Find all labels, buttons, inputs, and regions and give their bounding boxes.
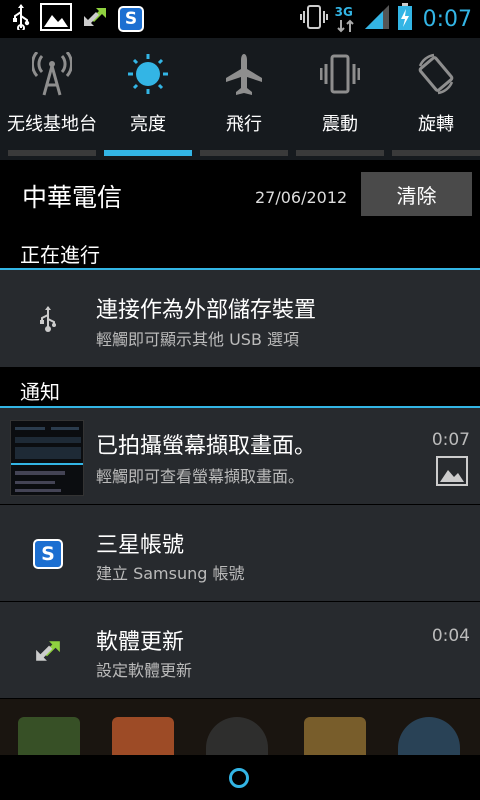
status-bar-clock: 0:07 xyxy=(422,6,472,32)
airplane-icon xyxy=(224,52,264,96)
hotspot-icon xyxy=(30,51,74,96)
toggle-indicator-rotate xyxy=(392,150,480,156)
notification-title: 三星帳號 xyxy=(96,533,185,558)
status-bar-system-icons: 3G 0:07 xyxy=(299,3,472,35)
toggle-vibrate-label: 震動 xyxy=(322,114,358,135)
notification-title: 連接作為外部儲存裝置 xyxy=(96,298,317,323)
vibrate-icon xyxy=(299,4,329,34)
contacts-app-icon xyxy=(112,717,174,755)
notification-title: 已拍攝螢幕擷取畫面。 xyxy=(96,434,317,459)
picture-icon xyxy=(436,456,468,490)
status-bar-notification-icons: S xyxy=(12,3,144,35)
vibrate-icon xyxy=(319,52,361,96)
toggle-brightness[interactable]: 亮度 xyxy=(100,38,196,158)
toggle-brightness-label: 亮度 xyxy=(130,114,166,135)
usb-icon xyxy=(26,297,70,341)
notification-header: 中華電信 27/06/2012 清除 xyxy=(0,160,480,234)
carrier-name: 中華電信 xyxy=(22,183,123,212)
update-arrows-icon xyxy=(82,4,108,34)
toggle-rotate-label: 旋轉 xyxy=(418,114,454,135)
clear-button[interactable]: 清除 xyxy=(361,172,472,216)
notification-time: 0:07 xyxy=(431,430,470,450)
current-date: 27/06/2012 xyxy=(255,188,348,207)
notification-subtitle: 設定軟體更新 xyxy=(96,661,193,680)
notification-subtitle: 輕觸即可顯示其他 USB 選項 xyxy=(96,330,300,349)
notification-subtitle: 建立 Samsung 帳號 xyxy=(96,564,245,583)
samsung-account-icon: S xyxy=(26,532,70,576)
toggle-indicator-hotspot xyxy=(8,150,96,156)
notification-drawer-bottom xyxy=(0,755,480,800)
samsung-account-icon: S xyxy=(118,6,144,32)
screenshot-thumbnail xyxy=(10,420,84,496)
notification-software-update[interactable]: 軟體更新 設定軟體更新 0:04 xyxy=(0,602,480,699)
usb-icon xyxy=(12,4,30,34)
section-ongoing: 正在進行 xyxy=(0,234,480,270)
notification-time: 0:04 xyxy=(431,626,470,646)
toggle-rotate[interactable]: 旋轉 xyxy=(388,38,480,158)
notification-samsung-account[interactable]: S 三星帳號 建立 Samsung 帳號 xyxy=(0,505,480,602)
notification-usb-storage[interactable]: 連接作為外部儲存裝置 輕觸即可顯示其他 USB 選項 xyxy=(0,270,480,368)
apps-launcher-icon xyxy=(206,717,268,755)
status-bar: S 3G 0:07 xyxy=(0,0,480,38)
toggle-hotspot[interactable]: 无线基地台 xyxy=(4,38,100,158)
section-notifications: 通知 xyxy=(0,368,480,408)
brightness-icon xyxy=(128,52,168,96)
picture-icon xyxy=(40,3,72,35)
toggle-indicator-vibrate xyxy=(296,150,384,156)
network-3g-icon: 3G xyxy=(335,5,357,33)
notification-subtitle: 輕觸即可查看螢幕擷取畫面。 xyxy=(96,467,305,486)
rotate-icon xyxy=(416,52,456,96)
toggle-hotspot-label: 无线基地台 xyxy=(7,114,97,135)
notification-title: 軟體更新 xyxy=(96,630,185,655)
toggle-vibrate[interactable]: 震動 xyxy=(292,38,388,158)
signal-strength-icon xyxy=(363,4,391,34)
browser-app-icon xyxy=(398,717,460,755)
battery-charging-icon xyxy=(397,3,413,35)
samsung-s-logo: S xyxy=(33,539,63,569)
notification-screenshot[interactable]: 已拍攝螢幕擷取畫面。 輕觸即可查看螢幕擷取畫面。 0:07 xyxy=(0,408,480,505)
home-dock-background xyxy=(0,699,480,755)
toggle-airplane-label: 飛行 xyxy=(226,114,262,135)
toggle-airplane[interactable]: 飛行 xyxy=(196,38,292,158)
section-notifications-title: 通知 xyxy=(20,380,60,404)
phone-app-icon xyxy=(18,717,80,755)
network-type-label: 3G xyxy=(334,5,353,19)
section-ongoing-title: 正在進行 xyxy=(20,243,100,267)
update-arrows-icon xyxy=(26,629,70,673)
messaging-app-icon xyxy=(304,717,366,755)
quick-settings-panel: 无线基地台 亮度 飛行 震動 旋轉 xyxy=(0,38,480,160)
toggle-indicator-brightness xyxy=(104,150,192,156)
drawer-handle[interactable] xyxy=(229,768,249,788)
toggle-indicator-airplane xyxy=(200,150,288,156)
